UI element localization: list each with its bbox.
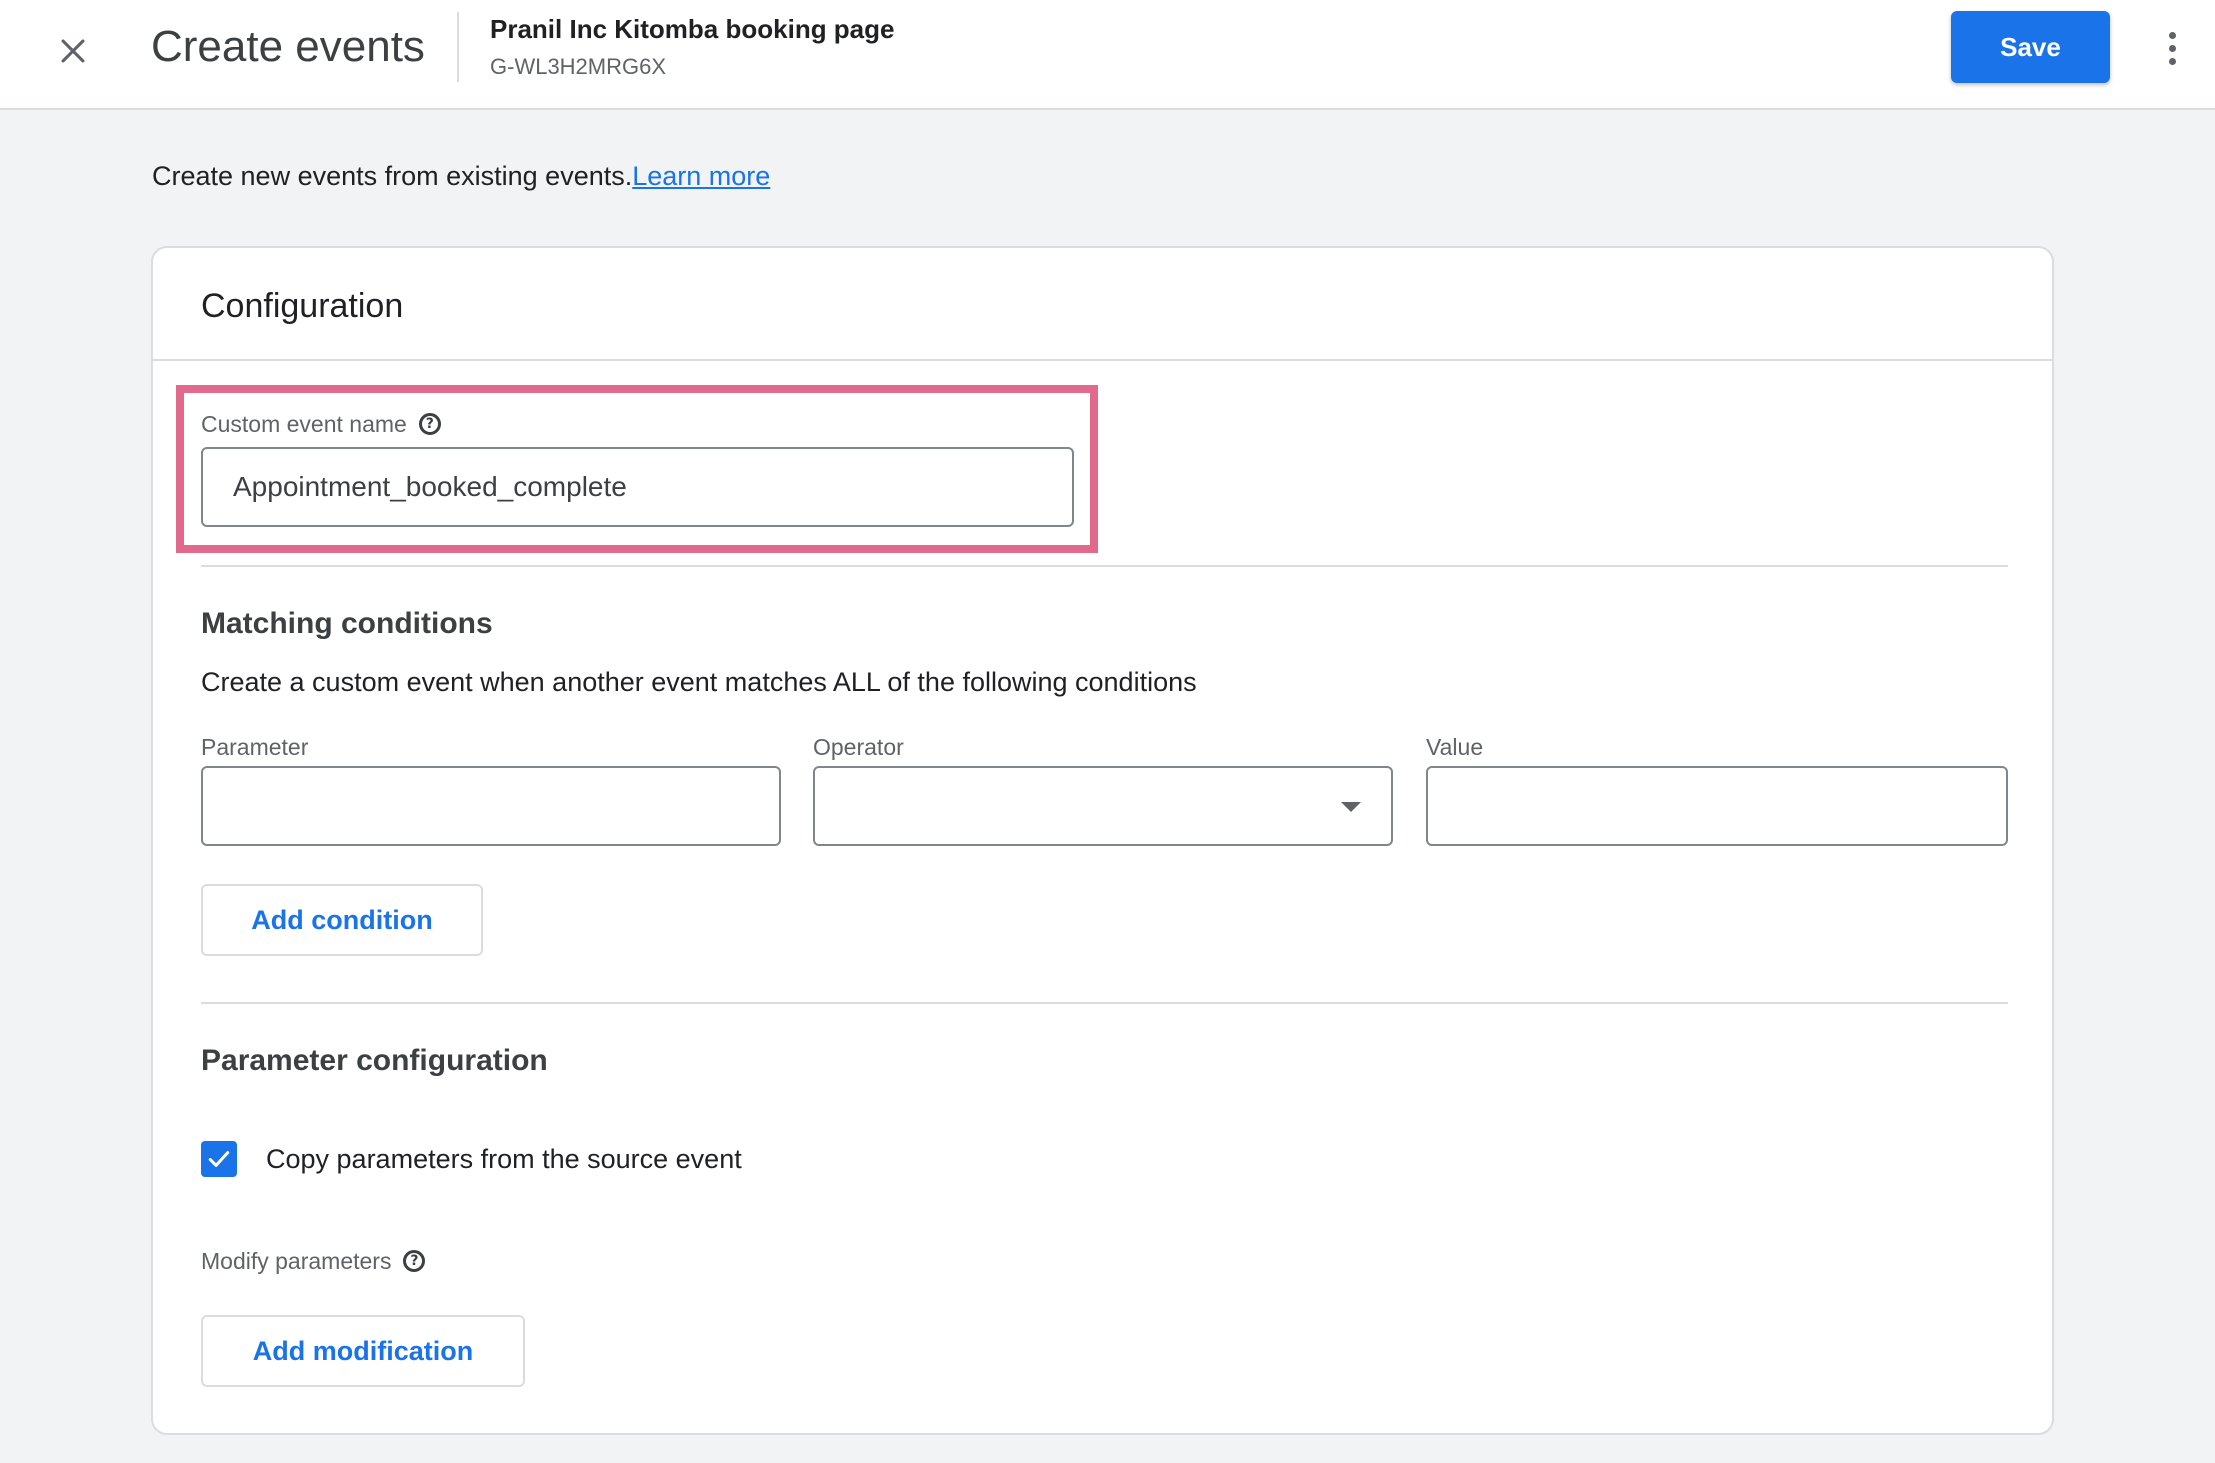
page-title: Create events	[151, 22, 425, 71]
custom-event-name-label: Custom event name ?	[201, 409, 441, 439]
header-divider	[457, 12, 459, 82]
add-condition-button[interactable]: Add condition	[201, 884, 483, 956]
arrow-drop-down-icon	[1341, 802, 1361, 812]
custom-event-name-label-text: Custom event name	[201, 411, 407, 437]
matching-conditions-heading: Matching conditions	[201, 607, 493, 640]
custom-event-name-value: Appointment_booked_complete	[233, 471, 627, 502]
section-divider	[201, 565, 2008, 567]
help-icon[interactable]: ?	[403, 1250, 426, 1272]
operator-label: Operator	[813, 734, 904, 760]
property-id: G-WL3H2MRG6X	[490, 54, 667, 79]
matching-conditions-description: Create a custom event when another event…	[201, 667, 1197, 697]
custom-event-name-input[interactable]: Appointment_booked_complete	[201, 447, 1074, 527]
close-button[interactable]	[44, 22, 102, 80]
value-input[interactable]	[1426, 766, 2008, 846]
card-divider	[153, 359, 2052, 361]
value-label: Value	[1426, 734, 1484, 760]
operator-select[interactable]	[813, 766, 1393, 846]
add-modification-button[interactable]: Add modification	[201, 1315, 525, 1387]
check-icon	[208, 1151, 230, 1167]
configuration-card: Configuration Custom event name ? Appoin…	[151, 246, 2054, 1435]
close-icon	[61, 39, 85, 63]
parameter-configuration-heading: Parameter configuration	[201, 1044, 548, 1077]
top-app-bar: Create events Pranil Inc Kitomba booking…	[0, 0, 2215, 110]
more-vert-icon	[2168, 31, 2176, 39]
property-name: Pranil Inc Kitomba booking page	[490, 14, 895, 44]
copy-parameters-label: Copy parameters from the source event	[266, 1144, 742, 1174]
parameter-label: Parameter	[201, 734, 309, 760]
card-title: Configuration	[201, 287, 404, 325]
intro-text: Create new events from existing events.L…	[152, 158, 770, 194]
section-divider	[201, 1002, 2008, 1004]
learn-more-link[interactable]: Learn more	[632, 161, 770, 191]
parameter-input[interactable]	[201, 766, 781, 846]
intro-description: Create new events from existing events.	[152, 161, 633, 191]
copy-parameters-checkbox[interactable]	[201, 1141, 237, 1177]
help-icon[interactable]: ?	[418, 413, 441, 435]
more-options-button[interactable]	[2150, 20, 2194, 76]
save-button[interactable]: Save	[1951, 11, 2110, 83]
modify-parameters-label: Modify parameters ?	[201, 1246, 426, 1276]
